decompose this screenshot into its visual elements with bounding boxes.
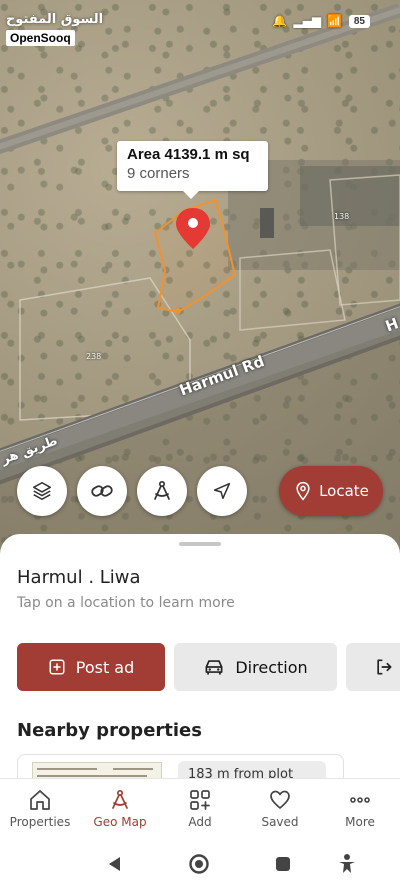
- notification-icon: 🔔: [272, 14, 288, 28]
- nav-label: Add: [188, 815, 212, 829]
- add-grid-icon: [190, 790, 210, 810]
- plot-number: 138: [334, 212, 350, 221]
- direction-label: Direction: [235, 657, 308, 677]
- exit-button[interactable]: [346, 643, 400, 691]
- heart-icon: [270, 790, 290, 809]
- navigation-arrow-icon: [213, 482, 231, 500]
- post-ad-button[interactable]: Post ad: [17, 643, 165, 691]
- layers-button[interactable]: [17, 466, 67, 516]
- accessibility-button[interactable]: [335, 852, 359, 876]
- nav-saved[interactable]: Saved: [240, 779, 320, 838]
- navigate-button[interactable]: [197, 466, 247, 516]
- nav-properties[interactable]: Properties: [0, 779, 80, 838]
- status-icons: 🔔 ▂▄▆ 📶: [272, 14, 342, 28]
- polygon-vertex: [175, 308, 181, 314]
- battery-indicator: 85: [348, 15, 370, 28]
- recents-square-icon: [276, 857, 290, 871]
- nav-geo-map[interactable]: Geo Map: [80, 779, 160, 838]
- status-bar: السوق المفتوح OpenSooq 🔔 ▂▄▆ 📶 85: [0, 8, 400, 46]
- nearby-properties-heading: Nearby properties: [17, 720, 202, 741]
- compass-measure-icon: [154, 480, 170, 500]
- exit-icon: [377, 659, 392, 675]
- location-title: Harmul . Liwa: [17, 567, 141, 588]
- opensooq-logo: السوق المفتوح OpenSooq: [6, 12, 103, 46]
- system-navigation-bar: [0, 838, 400, 889]
- area-callout: Area 4139.1 m sq 9 corners: [117, 141, 268, 199]
- direction-button[interactable]: Direction: [174, 643, 337, 691]
- recents-button[interactable]: [271, 852, 295, 876]
- location-subtitle: Tap on a location to learn more: [17, 595, 235, 611]
- accessibility-icon: [339, 854, 355, 873]
- signal-icon: ▂▄▆: [293, 14, 322, 28]
- link-icon: [91, 485, 113, 497]
- nav-add[interactable]: Add: [160, 779, 240, 838]
- nav-label: More: [345, 815, 375, 829]
- back-button[interactable]: [102, 852, 126, 876]
- car-icon: [205, 660, 223, 675]
- locate-button[interactable]: Locate: [279, 466, 383, 516]
- sheet-drag-handle[interactable]: [179, 542, 221, 546]
- locate-label: Locate: [319, 482, 369, 500]
- back-triangle-icon: [109, 857, 120, 871]
- nav-label: Saved: [261, 815, 299, 829]
- home-circle-icon: [189, 854, 209, 874]
- location-bottom-sheet: Harmul . Liwa Tap on a location to learn…: [0, 534, 400, 780]
- wifi-icon: 📶: [327, 14, 342, 28]
- home-button[interactable]: [187, 852, 211, 876]
- more-dots-icon: [350, 797, 370, 803]
- corners-count: 9 corners: [127, 165, 190, 182]
- plus-square-icon: [49, 659, 65, 675]
- nav-label: Geo Map: [93, 815, 147, 829]
- share-link-button[interactable]: [77, 466, 127, 516]
- nav-more[interactable]: More: [320, 779, 400, 838]
- plot-number: 238: [86, 352, 102, 361]
- home-icon: [30, 790, 50, 810]
- compass-measure-icon: [112, 789, 128, 809]
- brand-arabic: السوق المفتوح: [6, 12, 104, 27]
- action-row: Post ad Direction: [17, 643, 400, 691]
- area-value: Area 4139.1 m sq: [127, 146, 250, 163]
- nearby-property-card[interactable]: 183 m from plot: [17, 754, 344, 780]
- brand-english: OpenSooq: [6, 30, 75, 46]
- layers-icon: [32, 481, 52, 501]
- nav-label: Properties: [9, 815, 71, 829]
- satellite-map[interactable]: السوق المفتوح OpenSooq 🔔 ▂▄▆ 📶 85 Area 4…: [0, 0, 400, 560]
- post-ad-label: Post ad: [75, 657, 135, 677]
- bottom-navigation: Properties Geo Map Add Saved More: [0, 778, 400, 838]
- measure-button[interactable]: [137, 466, 187, 516]
- location-pin-icon: [296, 481, 310, 501]
